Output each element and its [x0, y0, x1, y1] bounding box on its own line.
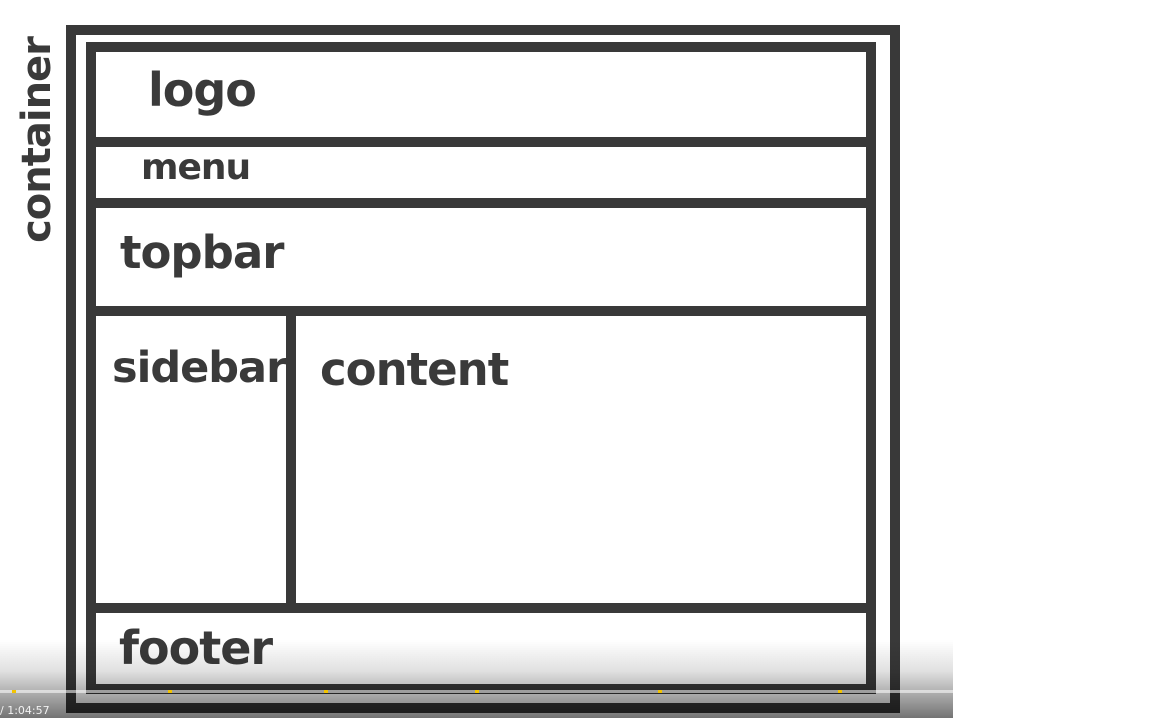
chapter-marker[interactable]: [838, 690, 842, 693]
chapter-marker[interactable]: [12, 690, 16, 693]
divider-logo-menu: [96, 137, 866, 147]
chapter-marker[interactable]: [168, 690, 172, 693]
content-label: content: [320, 343, 509, 396]
divider-topbar-main: [96, 306, 866, 316]
chapter-marker[interactable]: [324, 690, 328, 693]
chapter-marker[interactable]: [658, 690, 662, 693]
container-label: container: [14, 37, 61, 243]
topbar-label: topbar: [120, 226, 284, 279]
divider-sidebar-content: [286, 316, 296, 603]
container-label-wrapper: container: [2, 20, 72, 260]
divider-main-footer: [96, 603, 866, 613]
sidebar-label: sidebar: [112, 343, 287, 393]
chapter-marker[interactable]: [475, 690, 479, 693]
video-controls-overlay: [0, 640, 953, 718]
logo-label: logo: [148, 63, 257, 117]
video-duration: / 1:04:57: [0, 704, 50, 717]
divider-menu-topbar: [96, 198, 866, 208]
menu-label: menu: [141, 147, 251, 188]
layout-diagram: container logo menu topbar sidebar conte…: [0, 0, 1152, 718]
